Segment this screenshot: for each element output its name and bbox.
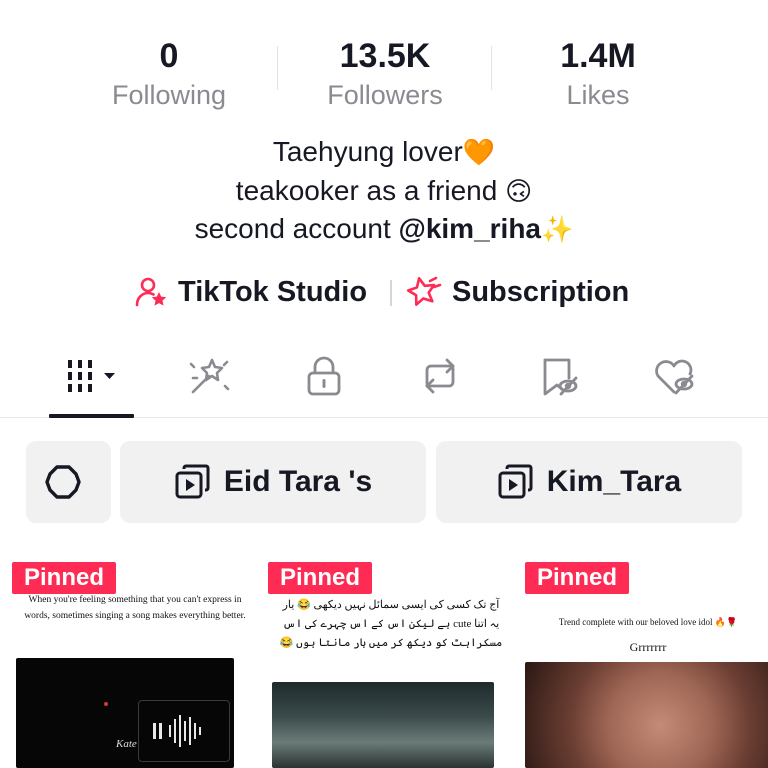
bio-line-3: second account @kim_riha✨ (0, 210, 768, 249)
playlist-icon (175, 464, 210, 499)
bio-text: Taehyung lover (272, 136, 463, 167)
following-count: 0 (159, 37, 179, 75)
followers-label: Followers (327, 80, 443, 110)
pinned-badge: Pinned (268, 562, 373, 594)
video-thumbnail (525, 662, 768, 768)
video-thumbnail (272, 682, 494, 768)
stat-divider (277, 46, 278, 90)
links-divider (390, 280, 392, 306)
subscription-label: Subscription (452, 275, 630, 308)
tiktok-studio-label: TikTok Studio (178, 275, 368, 308)
tab-effects[interactable] (169, 348, 249, 404)
favorites-icon (543, 358, 578, 396)
profile-links: TikTok Studio Subscription (0, 270, 768, 314)
profile-stats: 0 Following 13.5K Followers 1.4M Likes (0, 36, 768, 116)
sparkle-wand-icon (189, 358, 230, 394)
video-caption: آج تک کسی کی ایسی سمائل نہیں دیکھی 😂 یار… (279, 599, 503, 649)
sparkles-emoji: ✨ (541, 215, 574, 245)
bio-line-2: teakooker as a friend 🙃 (0, 172, 768, 211)
upside-down-face-emoji: 🙃 (505, 176, 533, 207)
creator-star-icon (135, 277, 167, 307)
recording-dot (104, 702, 108, 706)
video-tile[interactable]: Pinned When you're feeling something tha… (12, 562, 258, 768)
playlist-eid-tara[interactable]: Eid Tara 's (120, 441, 426, 523)
orange-heart-emoji: 🧡 (462, 138, 496, 168)
audio-wave-frame (138, 700, 230, 762)
likes-label: Likes (566, 80, 630, 110)
liked-icon (655, 359, 694, 395)
video-caption: When you're feeling something that you c… (24, 595, 246, 621)
tab-favorites[interactable] (518, 348, 598, 404)
following-stat[interactable]: 0 Following (69, 36, 269, 113)
mention-link[interactable]: @kim_riha (399, 213, 541, 244)
gear-icon (44, 465, 81, 499)
video-sub-caption: Grrrrrrr (629, 640, 667, 654)
collections-settings-button[interactable] (26, 441, 111, 523)
playlist-icon (498, 464, 533, 499)
tab-private[interactable] (284, 348, 364, 404)
stat-divider (491, 46, 492, 90)
lock-icon (307, 356, 341, 396)
playlist-label: Eid Tara 's (223, 465, 373, 498)
subscription-button[interactable]: Subscription (406, 270, 629, 314)
video-thumbnail: Kate (16, 658, 234, 768)
subscription-star-icon (406, 276, 442, 306)
active-tab-indicator (49, 414, 134, 418)
profile-tabs (0, 340, 768, 418)
playlist-label: Kim_Tara (546, 465, 682, 498)
grid-icon (68, 360, 115, 392)
video-caption: Trend complete with our beloved love ido… (558, 617, 738, 627)
following-label: Following (111, 80, 227, 110)
followers-count: 13.5K (339, 37, 431, 75)
bio-text: second account (194, 213, 399, 244)
tab-liked[interactable] (634, 348, 714, 404)
tab-videos[interactable] (52, 348, 132, 404)
video-watermark: Kate (116, 738, 137, 750)
likes-count: 1.4M (560, 37, 636, 75)
profile-bio: Taehyung lover🧡 teakooker as a friend 🙃 … (0, 133, 768, 249)
tiktok-studio-button[interactable]: TikTok Studio (134, 270, 367, 314)
bio-line-1: Taehyung lover🧡 (0, 133, 768, 172)
playlist-kim-tara[interactable]: Kim_Tara (436, 441, 742, 523)
video-tile[interactable]: Pinned آج تک کسی کی ایسی سمائل نہیں دیکھ… (268, 562, 514, 768)
repost-icon (425, 358, 455, 394)
pinned-badge: Pinned (12, 562, 117, 594)
pinned-badge: Pinned (525, 562, 630, 594)
video-tile[interactable]: Pinned Trend complete with our beloved l… (525, 562, 768, 768)
bio-text: teakooker as a friend (235, 174, 506, 206)
audio-wave-icon (153, 715, 201, 747)
tab-reposts[interactable] (400, 348, 480, 404)
followers-stat[interactable]: 13.5K Followers (285, 36, 485, 113)
likes-stat[interactable]: 1.4M Likes (498, 36, 698, 113)
